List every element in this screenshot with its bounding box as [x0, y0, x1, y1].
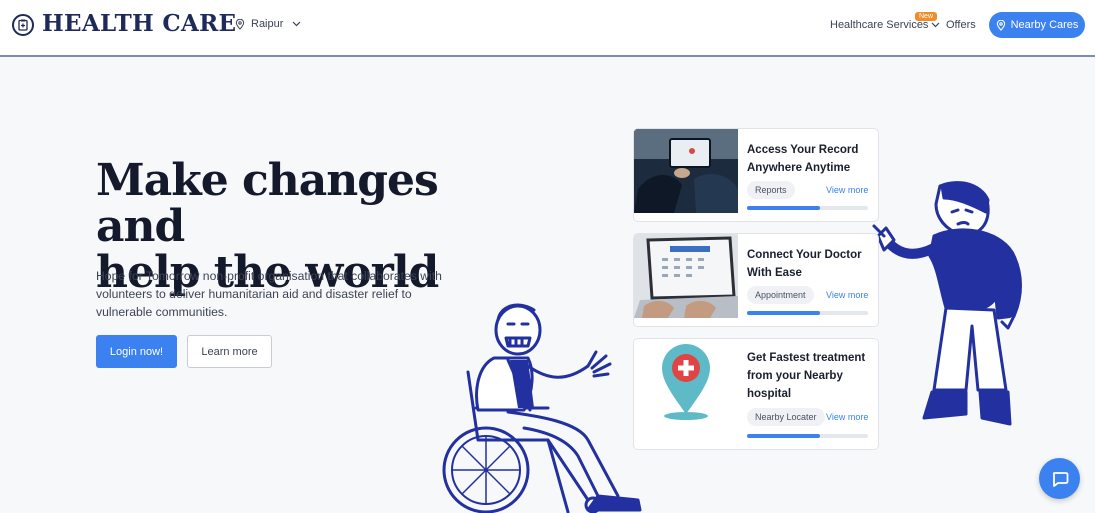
progress-track: [747, 434, 868, 438]
map-pin-icon: [996, 19, 1005, 31]
nav-services-label: Healthcare Services: [830, 19, 929, 31]
hero-title-line-1: Make changes and: [96, 155, 439, 252]
progress-fill: [747, 206, 820, 210]
nav-offers[interactable]: Offers: [946, 19, 976, 31]
brand-name[interactable]: HEALTH CARE: [42, 10, 236, 37]
clipboard-medical-icon[interactable]: [12, 14, 34, 36]
top-navbar: HEALTH CARE Raipur Healthcare Services N…: [0, 0, 1095, 57]
new-badge: New: [915, 12, 938, 21]
card-tag[interactable]: Appointment: [747, 286, 814, 304]
nearby-cares-label: Nearby Cares: [1010, 19, 1079, 31]
chat-button[interactable]: [1039, 458, 1080, 499]
feature-card-doctor[interactable]: Connect Your Doctor With Ease Appointmen…: [633, 233, 879, 327]
view-more-link[interactable]: View more: [826, 185, 868, 195]
login-button[interactable]: Login now!: [96, 335, 177, 368]
chevron-down-icon: [932, 22, 940, 28]
hero-description: Hope for Tomorrow non-profit organisatio…: [96, 269, 442, 319]
feature-card-records[interactable]: Access Your Record Anywhere Anytime Repo…: [633, 128, 879, 222]
laptop-appointment-photo: [634, 234, 738, 318]
progress-track: [747, 311, 868, 315]
view-more-link[interactable]: View more: [826, 290, 868, 300]
progress-fill: [747, 311, 820, 315]
pointing-person-illustration: [872, 181, 1022, 426]
feature-card-hospital[interactable]: Get Fastest treatment from your Nearby h…: [633, 338, 879, 450]
view-more-link[interactable]: View more: [826, 412, 868, 422]
location-label: Raipur: [251, 18, 284, 30]
card-title: Get Fastest treatment from your Nearby h…: [747, 352, 866, 400]
wheelchair-person-illustration: [442, 303, 642, 513]
card-title: Access Your Record Anywhere Anytime: [747, 144, 859, 174]
chevron-down-icon: [292, 21, 301, 27]
tablet-records-photo: [634, 129, 738, 213]
card-title: Connect Your Doctor With Ease: [747, 249, 862, 279]
learn-more-button[interactable]: Learn more: [187, 335, 272, 368]
chat-icon: [1052, 471, 1068, 487]
map-pin-icon: [235, 18, 245, 30]
card-tag[interactable]: Nearby Locater: [747, 408, 825, 426]
progress-track: [747, 206, 868, 210]
nearby-cares-button[interactable]: Nearby Cares: [989, 12, 1085, 38]
progress-fill: [747, 434, 820, 438]
hospital-pin-icon: [662, 344, 710, 420]
card-tag[interactable]: Reports: [747, 181, 795, 199]
location-selector[interactable]: Raipur: [235, 18, 301, 30]
